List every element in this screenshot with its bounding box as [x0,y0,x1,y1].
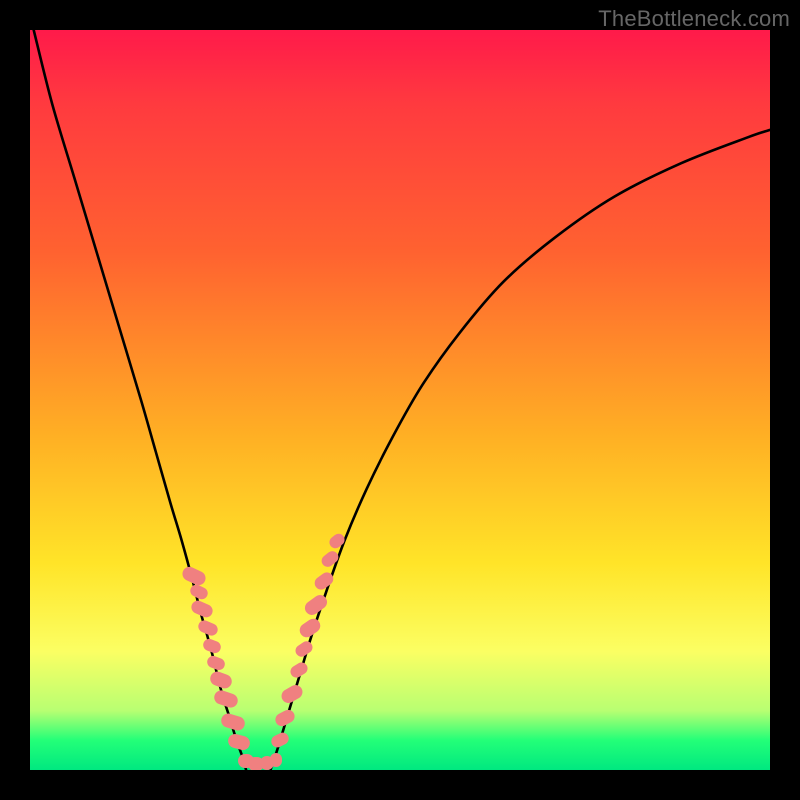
curve-right [271,130,771,770]
watermark-label: TheBottleneck.com [598,6,790,32]
plot-area [30,30,770,770]
curves-svg [30,30,770,770]
chart-canvas: TheBottleneck.com [0,0,800,800]
bottom-marker [270,753,282,767]
